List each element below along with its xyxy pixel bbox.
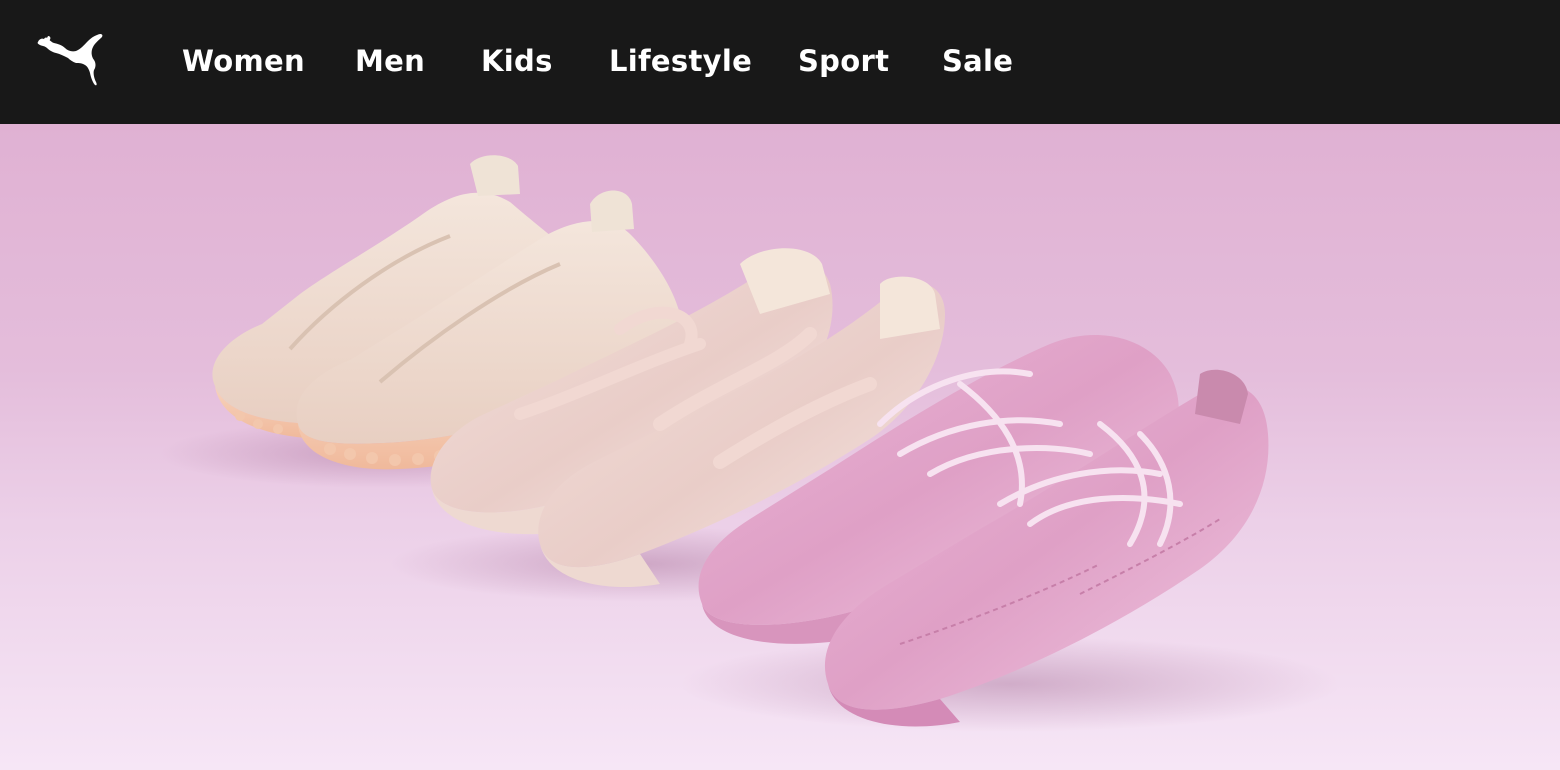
- hero-shoes-image: [160, 155, 1340, 732]
- nav-item-women[interactable]: Women: [182, 40, 305, 82]
- puma-logo-icon[interactable]: [36, 32, 106, 88]
- hero-banner[interactable]: [0, 124, 1560, 770]
- puma-cat-icon: [37, 34, 103, 86]
- nav-item-sale[interactable]: Sale: [942, 40, 1013, 82]
- nav-item-sport[interactable]: Sport: [798, 40, 889, 82]
- nav-item-men[interactable]: Men: [355, 40, 425, 82]
- nav-item-lifestyle[interactable]: Lifestyle: [609, 40, 752, 82]
- page: Women Men Kids Lifestyle Sport Sale: [0, 0, 1560, 770]
- nav-item-kids[interactable]: Kids: [481, 40, 553, 82]
- site-header: Women Men Kids Lifestyle Sport Sale: [0, 0, 1560, 124]
